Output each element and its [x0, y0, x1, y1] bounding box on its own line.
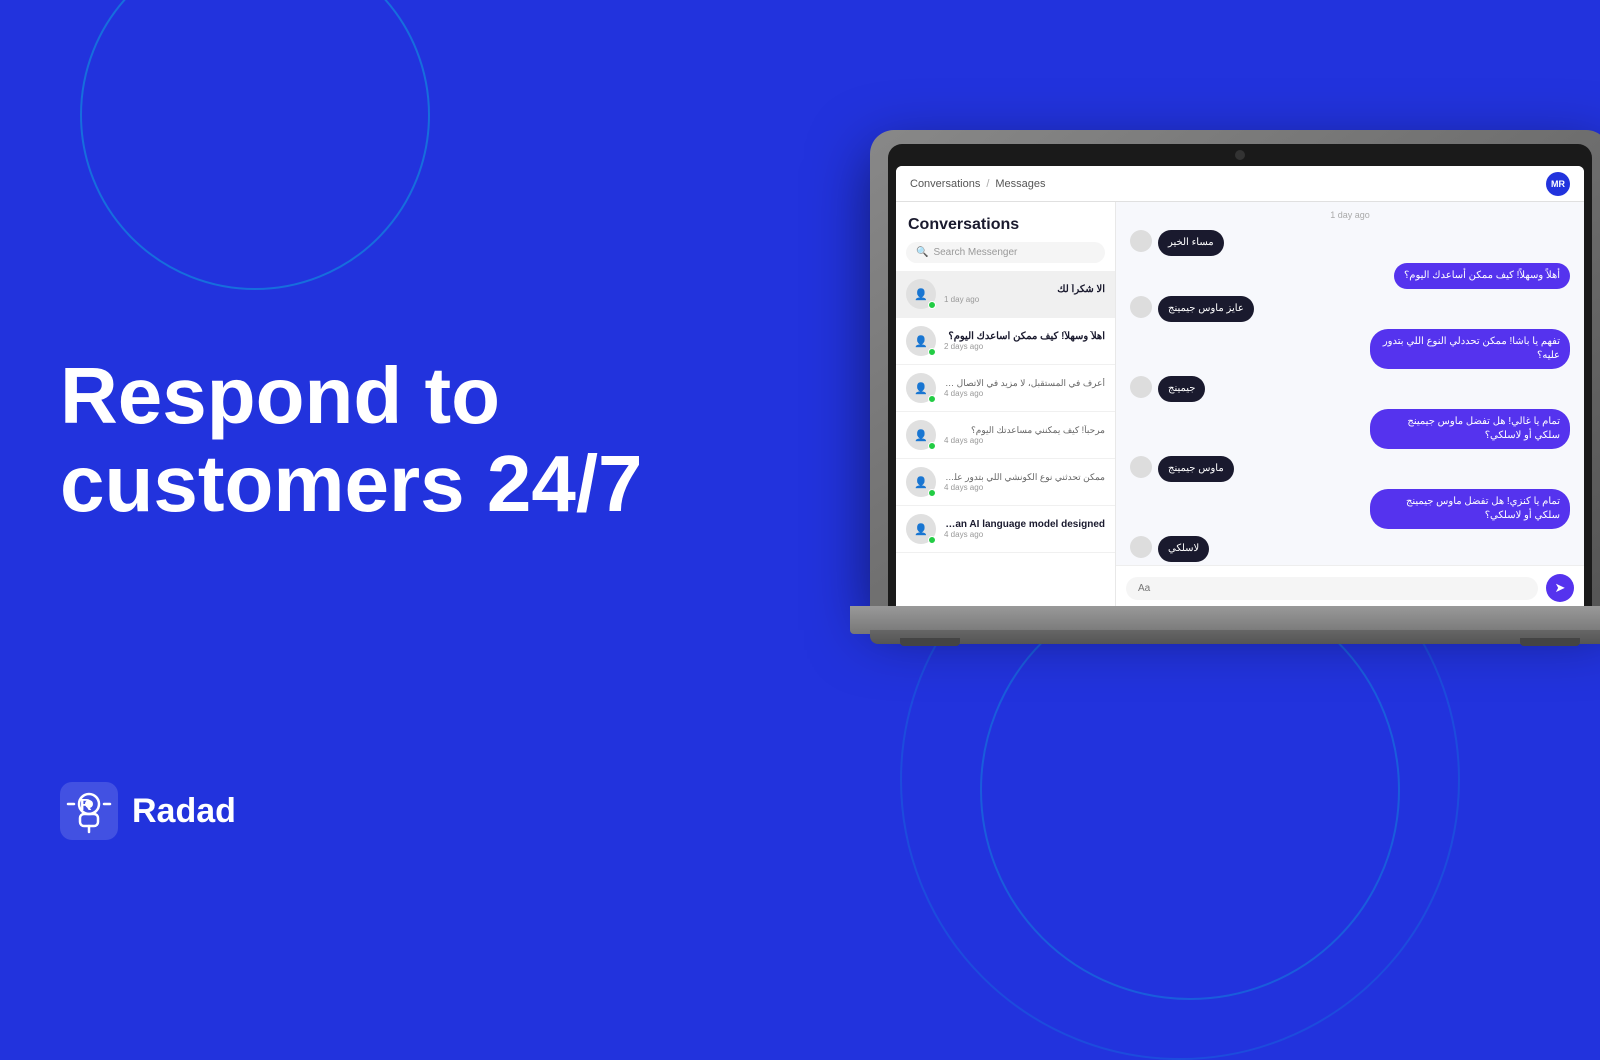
conv-preview-3: مرحباً! كيف يمكنني مساعدتك اليوم؟: [944, 425, 1105, 436]
search-box[interactable]: 🔍 Search Messenger: [906, 242, 1105, 263]
chat-date-divider: 1 day ago: [1116, 202, 1584, 224]
conv-info-0: الا شكراً لك 1 day ago: [944, 284, 1105, 304]
message-row-4: جيمينج: [1130, 376, 1570, 402]
message-bubble-3: تفهم يا باشا! ممكن تحددلي النوع اللي بتد…: [1370, 329, 1570, 369]
message-bubble-8: لاسلكي: [1158, 536, 1209, 562]
conv-avatar-5: 👤: [906, 514, 936, 544]
breadcrumb-conversations: Conversations: [910, 178, 980, 190]
chat-messages: مساء الخير أهلاً وسهلاً! كيف ممكن أساعدك…: [1116, 224, 1584, 565]
message-row-7: تمام يا كنزي! هل تفضل ماوس جيمينج سلكي أ…: [1130, 489, 1570, 529]
sidebar-title: Conversations: [896, 202, 1115, 242]
msg-avatar-4: [1130, 376, 1152, 398]
conversations-sidebar: Conversations 🔍 Search Messenger 👤: [896, 202, 1116, 610]
message-bubble-7: تمام يا كنزي! هل تفضل ماوس جيمينج سلكي أ…: [1370, 489, 1570, 529]
conversation-item-1[interactable]: 👤 أهلاً وسهلاً! كيف ممكن أساعدك اليوم؟ 2…: [896, 318, 1115, 365]
conv-info-5: I'm an AI language model designed ... 4 …: [944, 519, 1105, 539]
hero-line2: customers 24/7: [60, 439, 643, 528]
logo-text: Radad: [132, 792, 236, 831]
conv-name-5: I'm an AI language model designed ...: [944, 519, 1105, 530]
message-row-0: مساء الخير: [1130, 230, 1570, 256]
left-panel: Respond to customers 24/7: [60, 0, 660, 900]
laptop-camera: [1235, 150, 1245, 160]
conv-time-2: 4 days ago: [944, 389, 1105, 398]
conv-time-1: 2 days ago: [944, 342, 1105, 351]
laptop-foot-left: [900, 638, 960, 646]
message-row-8: لاسلكي: [1130, 536, 1570, 562]
conv-avatar-1: 👤: [906, 326, 936, 356]
conv-avatar-3: 👤: [906, 420, 936, 450]
message-row-6: ماوس جيمينج: [1130, 456, 1570, 482]
conv-avatar-0: 👤: [906, 279, 936, 309]
radad-logo-icon: R: [60, 782, 118, 840]
conversation-item-3[interactable]: 👤 مرحباً! كيف يمكنني مساعدتك اليوم؟ 4 da…: [896, 412, 1115, 459]
breadcrumb-separator: /: [986, 178, 989, 190]
message-bubble-2: عايز ماوس جيمينج: [1158, 296, 1254, 322]
app-header: Conversations / Messages MR: [896, 166, 1584, 202]
message-bubble-6: ماوس جيمينج: [1158, 456, 1234, 482]
hero-line1: Respond to: [60, 351, 500, 440]
conversation-item-4[interactable]: 👤 ممكن تحدثني نوع الكونشي اللي بتدور علي…: [896, 459, 1115, 506]
message-row-1: أهلاً وسهلاً! كيف ممكن أساعدك اليوم؟: [1130, 263, 1570, 289]
conv-preview-2: أعرف في المستقبل، لا مزيد في الاتصال من: [944, 378, 1105, 389]
message-row-2: عايز ماوس جيمينج: [1130, 296, 1570, 322]
conversation-item-2[interactable]: 👤 أعرف في المستقبل، لا مزيد في الاتصال م…: [896, 365, 1115, 412]
laptop-container: Conversations / Messages MR Conversation…: [870, 130, 1600, 750]
conv-info-1: أهلاً وسهلاً! كيف ممكن أساعدك اليوم؟ 2 d…: [944, 331, 1105, 351]
svg-text:R: R: [80, 797, 92, 814]
user-avatar: MR: [1546, 172, 1570, 196]
conv-name-1: أهلاً وسهلاً! كيف ممكن أساعدك اليوم؟: [944, 331, 1105, 342]
msg-avatar-2: [1130, 296, 1152, 318]
app-body: Conversations 🔍 Search Messenger 👤: [896, 202, 1584, 610]
conv-time-5: 4 days ago: [944, 530, 1105, 539]
laptop-screen-bezel: Conversations / Messages MR Conversation…: [888, 144, 1592, 610]
hero-text: Respond to customers 24/7: [60, 352, 660, 528]
msg-avatar-0: [1130, 230, 1152, 252]
conv-time-4: 4 days ago: [944, 483, 1105, 492]
send-icon: ➤: [1555, 580, 1566, 596]
laptop-foot-right: [1520, 638, 1580, 646]
message-bubble-4: جيمينج: [1158, 376, 1205, 402]
laptop-screen: Conversations / Messages MR Conversation…: [896, 166, 1584, 610]
laptop-feet: [900, 638, 1580, 648]
conv-info-4: ممكن تحدثني نوع الكونشي اللي بتدور عليه؟…: [944, 472, 1105, 492]
laptop-body: Conversations / Messages MR Conversation…: [870, 130, 1600, 610]
conversation-item-5[interactable]: 👤 I'm an AI language model designed ... …: [896, 506, 1115, 553]
message-row-3: تفهم يا باشا! ممكن تحددلي النوع اللي بتد…: [1130, 329, 1570, 369]
conv-name-0: الا شكراً لك: [944, 284, 1105, 295]
conversation-item-0[interactable]: 👤 الا شكراً لك 1 day ago: [896, 271, 1115, 318]
conversation-list: 👤 الا شكراً لك 1 day ago 👤: [896, 271, 1115, 610]
message-bubble-5: تمام يا غالي! هل تفضل ماوس جيمينج سلكي أ…: [1370, 409, 1570, 449]
conv-info-2: أعرف في المستقبل، لا مزيد في الاتصال من …: [944, 378, 1105, 398]
search-icon: 🔍: [916, 247, 928, 258]
conv-info-3: مرحباً! كيف يمكنني مساعدتك اليوم؟ 4 days…: [944, 425, 1105, 445]
send-button[interactable]: ➤: [1546, 574, 1574, 602]
conv-avatar-4: 👤: [906, 467, 936, 497]
conv-time-0: 1 day ago: [944, 295, 1105, 304]
conv-preview-4: ممكن تحدثني نوع الكونشي اللي بتدور عليه؟: [944, 472, 1105, 483]
breadcrumb: Conversations / Messages: [910, 178, 1046, 190]
message-bubble-0: مساء الخير: [1158, 230, 1224, 256]
chat-input[interactable]: [1126, 577, 1538, 600]
conv-avatar-2: 👤: [906, 373, 936, 403]
msg-avatar-8: [1130, 536, 1152, 558]
search-placeholder: Search Messenger: [933, 247, 1017, 258]
chat-input-area: ➤: [1116, 565, 1584, 610]
chat-area: 1 day ago مساء الخير أهلاً وسهلاً! كيف م…: [1116, 202, 1584, 610]
conv-time-3: 4 days ago: [944, 436, 1105, 445]
message-row-5: تمام يا غالي! هل تفضل ماوس جيمينج سلكي أ…: [1130, 409, 1570, 449]
logo-area: R Radad: [60, 782, 236, 840]
message-bubble-1: أهلاً وسهلاً! كيف ممكن أساعدك اليوم؟: [1394, 263, 1570, 289]
msg-avatar-6: [1130, 456, 1152, 478]
breadcrumb-messages: Messages: [995, 178, 1045, 190]
